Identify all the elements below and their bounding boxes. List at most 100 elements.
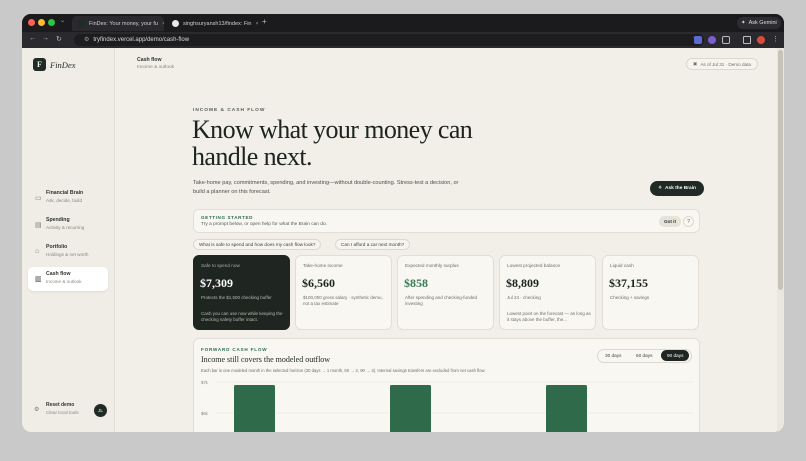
sparkle-icon: ✧ (658, 186, 663, 191)
nav-title: Portfolio (46, 244, 68, 250)
url-text: tryfindex.vercel.app/demo/cash-flow (93, 37, 190, 43)
github-icon (172, 20, 179, 27)
card-take-home-income: Take-home income $6,560 $100,000 gross s… (295, 255, 392, 330)
maximize-window-button[interactable] (48, 19, 55, 26)
card-sub: Protects the $1,500 checking buffer (201, 295, 272, 300)
reset-title: Reset demo (46, 402, 75, 408)
card-label: Expected monthly surplus (405, 263, 459, 268)
range-60-days[interactable]: 60 days (630, 350, 658, 361)
user-avatar[interactable]: JL (94, 404, 107, 417)
sparkle-icon: ✦ (741, 20, 746, 26)
prompt-chip-afford-car[interactable]: Can I afford a car next month? (335, 239, 411, 250)
card-label: Liquid cash (610, 263, 634, 268)
close-window-button[interactable] (28, 19, 35, 26)
sidebar-item-portfolio[interactable]: ⌂ Portfolio Holdings & net worth (28, 240, 108, 264)
nav-subtitle: Income & outlook (46, 279, 82, 284)
getting-started-heading: GETTING STARTED (201, 215, 254, 220)
cash-flow-bar-chart: $7k $6k (201, 380, 694, 432)
app-logo[interactable]: F FinDex (33, 58, 76, 71)
ask-gemini-label: Ask Gemini (748, 20, 777, 26)
scrollbar-thumb[interactable] (778, 50, 783, 290)
card-sub: $100,000 gross salary · synthetic demo, … (303, 295, 383, 306)
extension-icon[interactable] (708, 36, 716, 44)
calendar-icon: ▣ (693, 61, 698, 66)
nav-title: Financial Brain (46, 190, 84, 196)
extensions-puzzle-icon[interactable] (722, 36, 730, 44)
card-note: Lowest point on the forecast — as long a… (507, 311, 591, 322)
chart-bar[interactable] (546, 385, 587, 432)
getting-started-banner: GETTING STARTED Try a prompt below, or o… (193, 209, 700, 233)
forward-icon[interactable]: → (42, 35, 49, 42)
card-value: $37,155 (609, 276, 648, 290)
card-sub: Checking + savings (610, 295, 650, 300)
browser-menu-icon[interactable]: ⋮ (772, 35, 779, 43)
cast-icon[interactable] (743, 36, 751, 44)
nav-subtitle: Ask, decide, build (46, 198, 83, 203)
bank-icon: ⌂ (35, 248, 40, 255)
ask-brain-label: Ask the Brain (665, 186, 696, 191)
prompt-chip-safe-to-spend[interactable]: What is safe to spend and how does my ca… (193, 239, 322, 250)
tab-title: singhsuryansh13/findex: Fin (183, 20, 252, 27)
range-30-days[interactable]: 30 days (599, 350, 627, 361)
ask-the-brain-button[interactable]: ✧ Ask the Brain (650, 181, 704, 196)
chart-bar[interactable] (390, 385, 431, 432)
card-value: $8,809 (506, 276, 539, 290)
gear-icon: ⚙ (34, 407, 40, 413)
card-sub: Jul 24 · checking (507, 295, 541, 300)
page-scrollbar[interactable] (777, 48, 784, 432)
site-info-icon[interactable]: ⚙ (84, 37, 89, 43)
logo-mark: F (33, 58, 46, 71)
reload-icon[interactable]: ↻ (56, 35, 62, 43)
tab-title: FinDex: Your money, your fu (89, 20, 158, 27)
findex-favicon-icon (78, 20, 85, 27)
minimize-window-button[interactable] (38, 19, 45, 26)
help-button[interactable]: ? (683, 216, 694, 227)
range-90-days[interactable]: 90 days (661, 350, 690, 361)
card-label: Take-home income (303, 263, 343, 268)
hero-headline: Know what your money can handle next. (192, 115, 473, 171)
ask-gemini-button[interactable]: ✦ Ask Gemini (737, 17, 781, 29)
tab-list-icon[interactable]: ⌄ (60, 17, 65, 24)
as-of-text: As of Jul 31 · Demo data (700, 61, 751, 67)
hero-lede: Take-home pay, commitments, spending, an… (193, 180, 459, 195)
card-liquid-cash: Liquid cash $37,155 Checking + savings (602, 255, 699, 330)
nav-title: Cash flow (46, 271, 71, 277)
logo-name: FinDex (50, 59, 76, 70)
extension-icon[interactable] (694, 36, 702, 44)
new-tab-button[interactable]: + (262, 17, 267, 26)
forward-title: Income still covers the modeled outflow (201, 355, 331, 364)
nav-title: Spending (46, 217, 70, 223)
card-value: $7,309 (200, 276, 233, 290)
page-title: Cash flow (137, 57, 162, 63)
forward-cash-flow-panel: FORWARD CASH FLOW Income still covers th… (193, 338, 700, 432)
got-it-button[interactable]: Got it (659, 216, 681, 227)
card-lowest-balance: Lowest projected balance $8,809 Jul 24 ·… (499, 255, 596, 330)
briefcase-icon: ▭ (35, 195, 42, 202)
close-tab-icon[interactable]: × (255, 21, 258, 27)
sidebar-item-cash-flow[interactable]: ▥ Cash flow Income & outlook (28, 267, 108, 291)
forward-description: Each bar is one modeled month in the sel… (201, 368, 486, 373)
sidebar-item-spending[interactable]: ▤ Spending Activity & recurring (28, 213, 108, 237)
reset-subtitle: Clear local tools (46, 410, 79, 415)
app-page: F FinDex ▭ Financial Brain Ask, decide, … (22, 48, 784, 432)
chart-bar[interactable] (234, 385, 275, 432)
y-tick-label: $6k (201, 411, 209, 416)
sidebar-item-financial-brain[interactable]: ▭ Financial Brain Ask, decide, build (28, 186, 108, 210)
card-label: Lowest projected balance (507, 263, 561, 268)
nav-subtitle: Activity & recurring (46, 225, 85, 230)
browser-window: ⌄ FinDex: Your money, your fu × singhsur… (22, 14, 784, 432)
y-tick-label: $7k (201, 380, 209, 385)
browser-toolbar: ← → ↻ ⚙ tryfindex.vercel.app/demo/cash-fl… (22, 32, 784, 48)
address-bar[interactable]: ⚙tryfindex.vercel.app/demo/cash-flow ☆ (74, 34, 704, 46)
profile-avatar-icon[interactable] (757, 36, 765, 44)
card-safe-to-spend: Safe to spend now $7,309 Protects the $1… (193, 255, 290, 330)
card-value: $858 (404, 276, 428, 290)
back-icon[interactable]: ← (29, 35, 36, 42)
card-sub: After spending and checking-funded inves… (405, 295, 478, 306)
close-tab-icon[interactable]: × (162, 21, 164, 27)
bar-chart-icon: ▥ (35, 276, 42, 283)
tab-findex[interactable]: FinDex: Your money, your fu × (72, 16, 164, 31)
tab-github[interactable]: singhsuryansh13/findex: Fin × (166, 16, 258, 31)
browser-titlebar: ⌄ FinDex: Your money, your fu × singhsur… (22, 14, 784, 32)
card-label: Safe to spend now (201, 263, 240, 268)
